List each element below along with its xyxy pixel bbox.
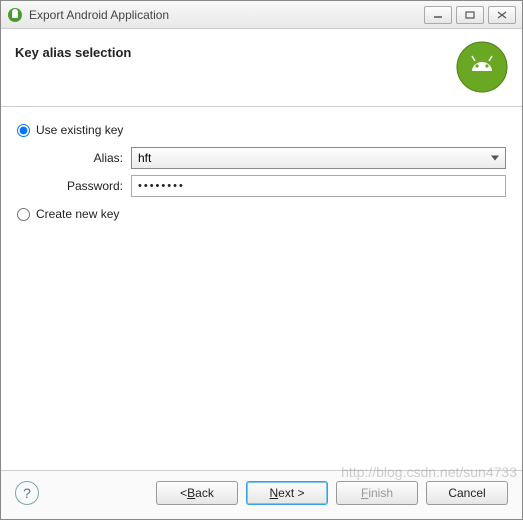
use-existing-label: Use existing key (36, 123, 123, 137)
app-icon (7, 7, 23, 23)
password-row: Password: •••••••• (39, 175, 506, 197)
alias-row: Alias: hft (39, 147, 506, 169)
page-title: Key alias selection (15, 41, 456, 60)
use-existing-radio[interactable] (17, 124, 30, 137)
alias-value: hft (138, 151, 151, 165)
next-button[interactable]: Next > (246, 481, 328, 505)
titlebar: Export Android Application (1, 1, 522, 29)
create-new-key-option[interactable]: Create new key (17, 207, 506, 221)
password-value: •••••••• (138, 180, 185, 192)
wizard-footer: ? < Back Next > Finish Cancel (1, 470, 522, 519)
finish-button: Finish (336, 481, 418, 505)
back-button[interactable]: < Back (156, 481, 238, 505)
existing-key-form: Alias: hft Password: •••••••• (39, 147, 506, 197)
chevron-down-icon (491, 156, 499, 161)
use-existing-key-option[interactable]: Use existing key (17, 123, 506, 137)
help-button[interactable]: ? (15, 481, 39, 505)
alias-label: Alias: (39, 151, 131, 165)
close-button[interactable] (488, 6, 516, 24)
wizard-content: Use existing key Alias: hft Password: ••… (1, 107, 522, 470)
create-new-radio[interactable] (17, 208, 30, 221)
maximize-button[interactable] (456, 6, 484, 24)
wizard-header: Key alias selection (1, 29, 522, 107)
password-field[interactable]: •••••••• (131, 175, 506, 197)
create-new-label: Create new key (36, 207, 119, 221)
cancel-button[interactable]: Cancel (426, 481, 508, 505)
android-icon (456, 41, 508, 93)
minimize-button[interactable] (424, 6, 452, 24)
alias-select[interactable]: hft (131, 147, 506, 169)
window-title: Export Android Application (29, 8, 424, 22)
dialog-window: Export Android Application Key alias sel… (0, 0, 523, 520)
window-controls (424, 6, 516, 24)
password-label: Password: (39, 179, 131, 193)
